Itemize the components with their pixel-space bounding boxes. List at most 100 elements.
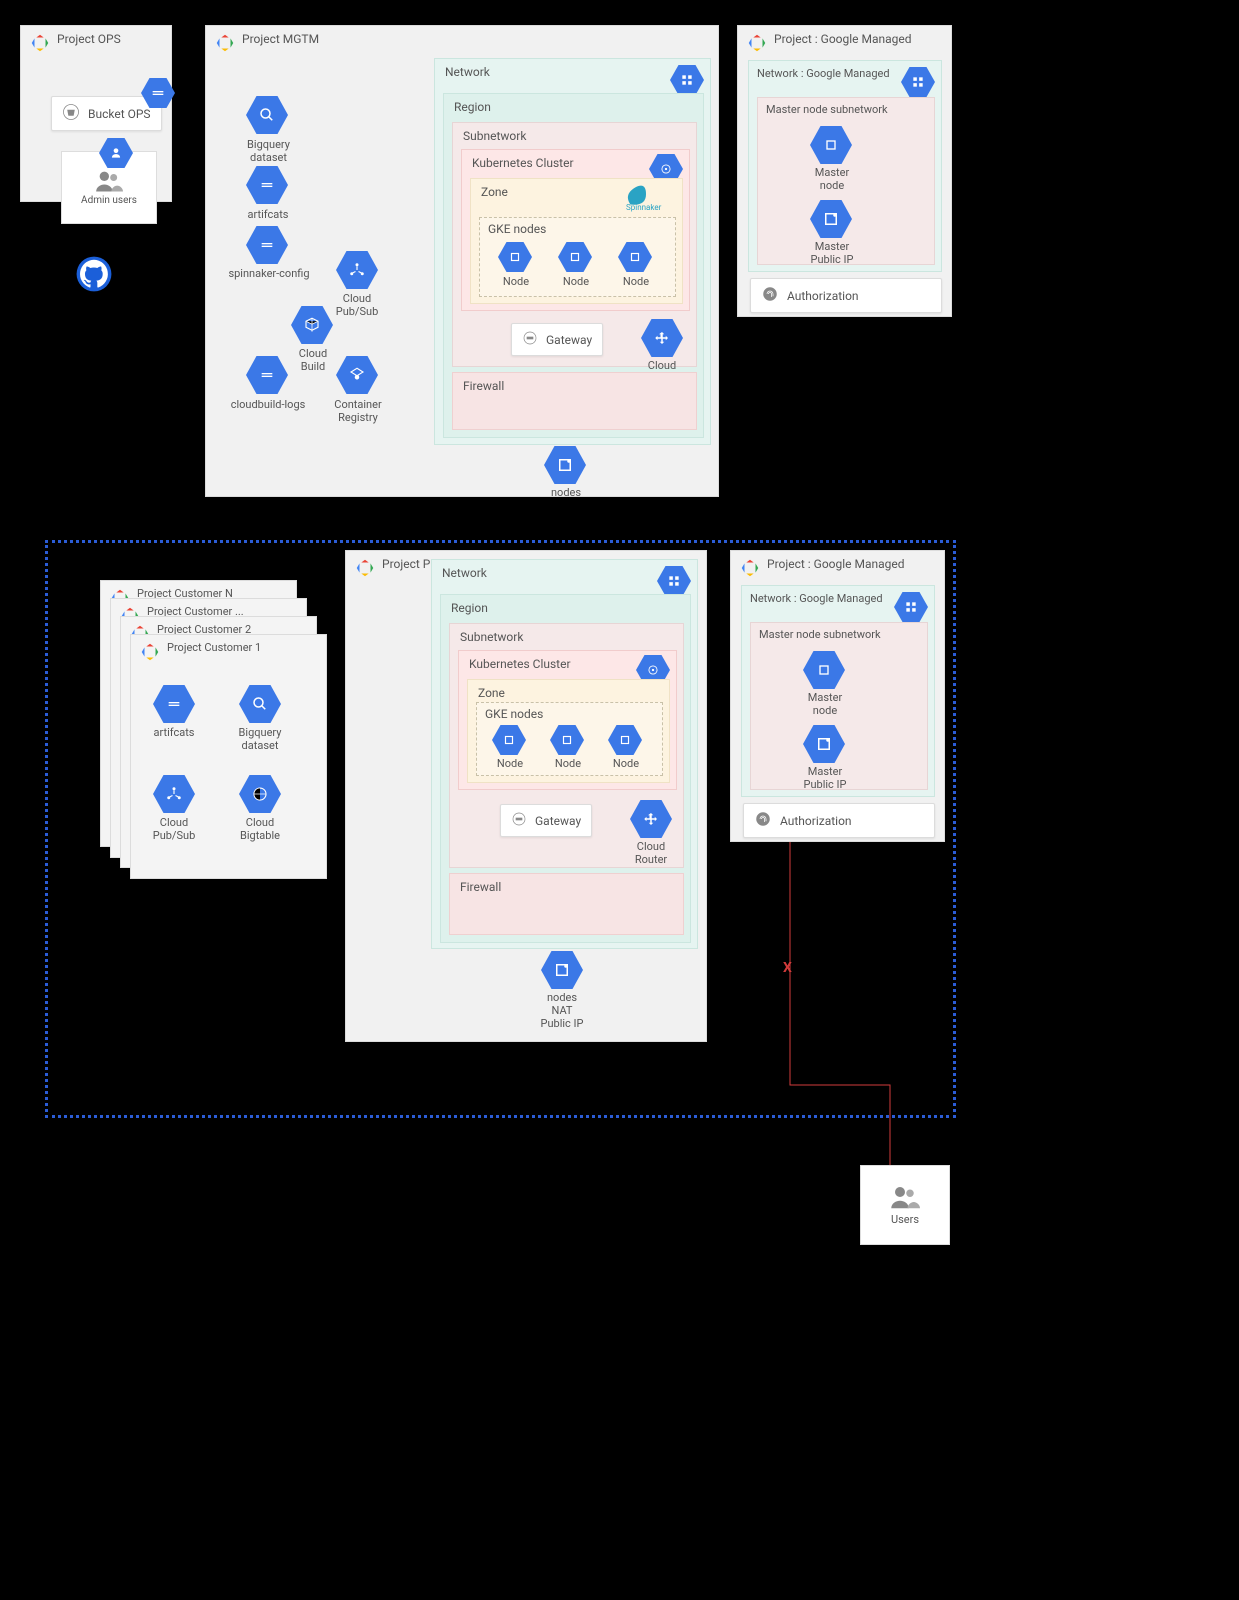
gcp-logo-icon <box>139 641 161 663</box>
prod-cluster-box: Kubernetes Cluster Zone GKE nodes Node N… <box>458 650 677 790</box>
vpc-hex-icon <box>894 592 928 622</box>
managed-bottom-title: Project : Google Managed <box>767 557 905 571</box>
prod-region-box: Region Subnetwork Kubernetes Cluster Zon… <box>440 594 691 943</box>
managed-top-title: Project : Google Managed <box>774 32 912 46</box>
mgtm-cluster-box: Kubernetes Cluster Zone Spinnaker GKE no… <box>461 149 690 311</box>
vpc-hex-icon <box>901 67 935 97</box>
node-hex-icon <box>558 242 592 272</box>
prod-gateway-chip: Gateway <box>500 804 592 837</box>
authorization-chip-bottom: Authorization <box>743 803 935 838</box>
node-hex-icon <box>492 725 526 755</box>
bigtable-hex-icon <box>239 775 281 813</box>
authorization-chip-top: Authorization <box>750 278 942 313</box>
artifacts-hex-icon <box>153 685 195 723</box>
bigquery-hex-icon <box>239 685 281 723</box>
artifacts-label: artifcats <box>239 208 297 221</box>
panel-customer-1: Project Customer 1 artifcats Bigquery da… <box>130 634 327 879</box>
prod-cluster-label: Kubernetes Cluster <box>469 657 571 671</box>
managed-top-network: Network : Google Managed Master node sub… <box>748 60 942 272</box>
mgtm-firewall-label: Firewall <box>463 379 504 393</box>
node-1-label: Node <box>496 275 536 288</box>
panel-google-managed-bottom: Project : Google Managed Network : Googl… <box>730 550 945 842</box>
cloud-pubsub-hex-icon <box>336 251 378 289</box>
master-node-hex-icon <box>803 651 845 689</box>
bigquery-label: Bigquery dataset <box>236 138 301 164</box>
node-hex-icon <box>550 725 584 755</box>
node-hex-icon <box>498 242 532 272</box>
vpc-hex-icon <box>657 566 691 596</box>
prod-firewall-box: Firewall <box>449 873 684 935</box>
mgtm-cluster-label: Kubernetes Cluster <box>472 156 574 170</box>
mgtm-network-label: Network <box>445 65 490 79</box>
admin-users-label: Admin users <box>81 195 137 206</box>
users-label: Users <box>891 1213 919 1226</box>
managed-bottom-subnet: Master node subnetwork Master node Maste… <box>750 622 928 790</box>
master-node-hex-icon <box>810 126 852 164</box>
mgtm-subnet-label: Subnetwork <box>463 129 526 143</box>
panel-google-managed-top: Project : Google Managed Network : Googl… <box>737 25 952 317</box>
gcp-logo-icon <box>354 557 376 579</box>
cloud-router-hex-icon <box>630 800 672 838</box>
prod-nodes-out-label: nodes NAT Public IP <box>526 991 598 1031</box>
node-hex-icon <box>608 725 642 755</box>
mgtm-subnet-box: Subnetwork Kubernetes Cluster Zone Spinn… <box>452 122 697 367</box>
mgtm-firewall-box: Firewall <box>452 372 697 430</box>
gcp-logo-icon <box>29 32 51 54</box>
customer-1-title: Project Customer 1 <box>167 641 261 654</box>
cloudbuild-logs-label: cloudbuild-logs <box>226 398 310 411</box>
spinnaker-config-hex-icon <box>246 226 288 264</box>
prod-cloud-router-label: Cloud Router <box>622 840 680 866</box>
prod-subnet-label: Subnetwork <box>460 630 523 644</box>
mgtm-gke-label: GKE nodes <box>488 222 546 236</box>
managed-bottom-master-node-label: Master node <box>791 691 859 717</box>
fingerprint-icon <box>761 285 779 306</box>
master-ip-hex-icon <box>803 725 845 763</box>
gateway-icon <box>511 811 527 830</box>
managed-bottom-master-ip-label: Master Public IP <box>791 765 859 791</box>
prod-gke-box: GKE nodes Node Node Node <box>476 702 663 776</box>
panel-project-ops: Project OPS Bucket OPS Admin users <box>20 25 172 202</box>
mgtm-network-box: Network Region Subnetwork Kubernetes Clu… <box>434 58 711 445</box>
cloudbuild-logs-hex-icon <box>246 356 288 394</box>
prod-node-1: Node <box>490 757 530 770</box>
project-ops-title: Project OPS <box>57 32 121 46</box>
spinnaker-config-label: spinnaker-config <box>224 267 314 280</box>
managed-top-network-label: Network : Google Managed <box>757 67 890 80</box>
mgtm-gateway-chip: Gateway <box>511 323 603 356</box>
panel-project-prod: Project PROD Network Region Subnetwork K… <box>345 550 707 1042</box>
pubsub-hex-icon <box>153 775 195 813</box>
node-hex-icon <box>618 242 652 272</box>
nodes-out-hex-icon <box>544 446 586 484</box>
mgtm-region-label: Region <box>454 100 491 114</box>
managed-top-subnet: Master node subnetwork Master node Maste… <box>757 97 935 265</box>
node-2-label: Node <box>556 275 596 288</box>
project-mgtm-title: Project MGTM <box>242 32 319 46</box>
vpc-hex-icon <box>670 65 704 95</box>
mgtm-zone-label: Zone <box>481 185 508 199</box>
authorization-label: Authorization <box>787 289 859 303</box>
users-card: Users <box>860 1165 950 1245</box>
master-ip-label: Master Public IP <box>798 240 866 266</box>
authorization-bottom-label: Authorization <box>780 814 852 828</box>
node-3-label: Node <box>616 275 656 288</box>
users-icon <box>95 170 123 192</box>
fingerprint-icon <box>754 810 772 831</box>
cloud-build-label: Cloud Build <box>284 347 342 373</box>
prod-nodes-out-hex-icon <box>541 951 583 989</box>
artifacts-hex-icon <box>246 166 288 204</box>
container-registry-hex-icon <box>336 356 378 394</box>
gateway-icon <box>522 330 538 349</box>
prod-firewall-label: Firewall <box>460 880 501 894</box>
mgtm-region-box: Region Subnetwork Kubernetes Cluster Zon… <box>443 93 704 438</box>
prod-node-3: Node <box>606 757 646 770</box>
managed-bottom-network-label: Network : Google Managed <box>750 592 883 605</box>
master-node-label: Master node <box>798 166 866 192</box>
managed-top-subnet-label: Master node subnetwork <box>766 103 888 116</box>
master-ip-hex-icon <box>810 200 852 238</box>
gcp-logo-icon <box>739 557 761 579</box>
bigquery-hex-icon <box>246 96 288 134</box>
mgtm-zone-box: Zone Spinnaker GKE nodes Node Node Node <box>470 178 683 304</box>
bucket-icon <box>62 103 80 124</box>
prod-subnet-box: Subnetwork Kubernetes Cluster Zone GKE n… <box>449 623 684 868</box>
nodes-out-label: nodes <box>538 486 594 499</box>
